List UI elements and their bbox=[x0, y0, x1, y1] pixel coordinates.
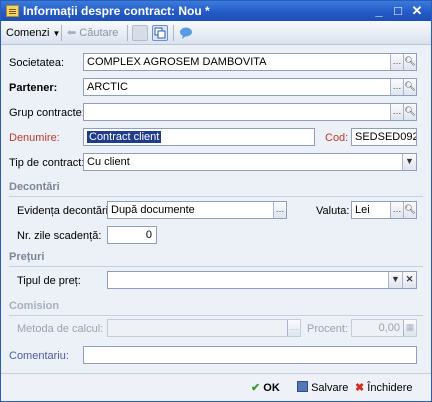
close-button[interactable]: ✖ Închidere bbox=[355, 380, 413, 396]
minimize-button[interactable]: _ bbox=[371, 3, 387, 19]
partner-browse-button[interactable]: … bbox=[390, 79, 403, 95]
name-field[interactable]: Contract client bbox=[83, 128, 315, 146]
calculator-icon: ▦ bbox=[403, 320, 416, 336]
record-label: Evidența decontări: bbox=[17, 205, 112, 217]
currency-browse-button[interactable]: … bbox=[390, 202, 403, 218]
checkmark-icon: ✔ bbox=[251, 382, 261, 394]
partner-field[interactable]: ARCTIC … 🔍︎ bbox=[83, 78, 417, 96]
toolbar: Comenzi ▼ ⬅ Căutare bbox=[1, 21, 431, 45]
days-label: Nr. zile scadență: bbox=[17, 230, 102, 242]
name-value: Contract client bbox=[87, 131, 162, 143]
partner-value: ARCTIC bbox=[87, 81, 128, 93]
price-type-label: Tipul de preț: bbox=[17, 275, 81, 287]
save-label: Salvare bbox=[311, 382, 349, 394]
record-field[interactable]: După documente … bbox=[107, 201, 287, 219]
red-x-icon: ✖ bbox=[355, 382, 365, 394]
currency-value: Lei bbox=[355, 204, 370, 216]
group-browse-button[interactable]: … bbox=[390, 104, 403, 120]
group-field[interactable]: … 🔍︎ bbox=[83, 103, 417, 121]
comment-label: Comentariu: bbox=[9, 350, 69, 362]
commission-section-title: Comision bbox=[9, 300, 60, 312]
close-window-button[interactable]: ✕ bbox=[409, 3, 425, 19]
method-label: Metoda de calcul: bbox=[17, 323, 104, 335]
clear-icon[interactable]: ✕ bbox=[402, 272, 416, 288]
price-type-select[interactable]: ▼ ✕ bbox=[107, 271, 417, 289]
section-divider bbox=[9, 315, 423, 316]
chevron-down-icon: ▼ bbox=[52, 29, 61, 38]
code-label: Cod: bbox=[325, 132, 349, 144]
settlement-section-title: Decontări bbox=[9, 181, 60, 193]
company-label: Societatea: bbox=[9, 57, 65, 69]
comment-icon[interactable] bbox=[178, 25, 194, 41]
code-field[interactable]: SEDSED092 bbox=[351, 128, 417, 146]
section-divider bbox=[9, 266, 423, 267]
contract-type-value: Cu client bbox=[87, 156, 130, 168]
chevron-down-icon[interactable]: ▼ bbox=[388, 272, 402, 288]
partner-label: Partener: bbox=[9, 82, 58, 94]
record-browse-button[interactable]: … bbox=[273, 202, 286, 218]
button-bar: ✔ OK Salvare ✖ Închidere bbox=[1, 373, 431, 401]
search-label: Căutare bbox=[79, 27, 119, 39]
toolbar-divider bbox=[173, 25, 174, 41]
ok-button[interactable]: ✔ OK bbox=[251, 380, 280, 396]
percent-field: 0,00 ▦ bbox=[351, 319, 417, 337]
title-bar: Informații despre contract: Nou * _ □ ✕ bbox=[1, 1, 431, 21]
company-value: COMPLEX AGROSEM DAMBOVITA bbox=[87, 56, 267, 68]
chevron-down-icon[interactable]: ▼ bbox=[402, 154, 416, 170]
section-divider bbox=[9, 196, 423, 197]
commands-label: Comenzi bbox=[6, 27, 50, 39]
record-value: După documente bbox=[111, 204, 195, 216]
company-browse-button[interactable]: … bbox=[390, 54, 403, 70]
grid-icon[interactable] bbox=[132, 25, 148, 41]
toolbar-divider bbox=[127, 25, 128, 41]
method-browse-button: … bbox=[287, 320, 300, 336]
company-search-icon[interactable]: 🔍︎ bbox=[403, 54, 416, 70]
search-arrow-icon: ⬅ bbox=[67, 27, 77, 39]
maximize-button[interactable]: □ bbox=[390, 3, 406, 19]
group-search-icon[interactable]: 🔍︎ bbox=[403, 104, 416, 120]
floppy-disk-icon bbox=[297, 381, 308, 392]
currency-field[interactable]: Lei … 🔍︎ bbox=[351, 201, 417, 219]
ok-label: OK bbox=[263, 382, 280, 394]
currency-search-icon[interactable]: 🔍︎ bbox=[403, 202, 416, 218]
name-label: Denumire: bbox=[9, 132, 60, 144]
company-field[interactable]: COMPLEX AGROSEM DAMBOVITA … 🔍︎ bbox=[83, 53, 417, 71]
percent-label: Procent: bbox=[307, 323, 348, 335]
save-button[interactable]: Salvare bbox=[297, 380, 348, 396]
search-button[interactable]: ⬅ Căutare bbox=[67, 25, 118, 41]
code-value: SEDSED092 bbox=[355, 131, 417, 143]
days-value: 0 bbox=[145, 229, 152, 241]
comment-field[interactable] bbox=[83, 346, 417, 364]
window-title: Informații despre contract: Nou * bbox=[23, 4, 210, 18]
partner-search-icon[interactable]: 🔍︎ bbox=[403, 79, 416, 95]
contract-type-select[interactable]: Cu client ▼ bbox=[83, 153, 417, 171]
close-label: Închidere bbox=[367, 382, 413, 394]
commands-menu[interactable]: Comenzi ▼ bbox=[6, 25, 60, 41]
copy-icon[interactable] bbox=[152, 25, 168, 41]
method-field: … bbox=[107, 319, 301, 337]
document-icon bbox=[6, 5, 19, 17]
days-field[interactable]: 0 bbox=[107, 226, 157, 244]
contract-window: Informații despre contract: Nou * _ □ ✕ … bbox=[0, 0, 432, 402]
prices-section-title: Prețuri bbox=[9, 251, 45, 263]
contract-type-label: Tip de contract: bbox=[9, 157, 85, 169]
currency-label: Valuta: bbox=[316, 205, 350, 217]
group-label: Grup contracte: bbox=[9, 107, 85, 119]
percent-value: 0,00 bbox=[378, 322, 400, 334]
toolbar-divider bbox=[61, 25, 62, 41]
